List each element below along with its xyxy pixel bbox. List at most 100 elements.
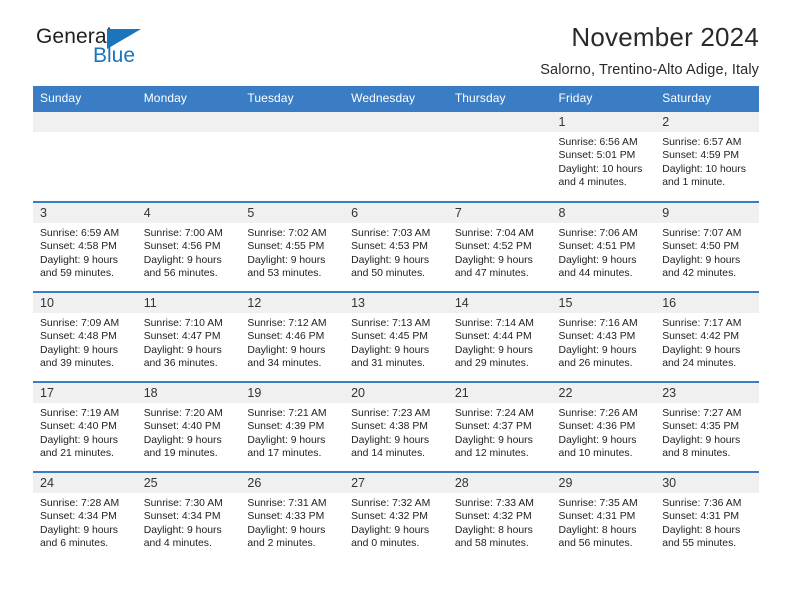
calendar-day-cell[interactable]: 28 Sunrise: 7:33 AM Sunset: 4:32 PM Dayligh… [447, 471, 552, 561]
calendar-day-cell[interactable]: 16 Sunrise: 7:17 AM Sunset: 4:42 PM Dayligh… [655, 291, 759, 382]
day-cell-inner: 30 Sunrise: 7:36 AM Sunset: 4:31 PM Dayligh… [655, 473, 759, 561]
sunset-text: Sunset: 4:56 PM [143, 241, 221, 253]
calendar-cell-empty [136, 110, 241, 202]
day-details: Sunrise: 7:26 AM Sunset: 4:36 PM Daylight:… [552, 403, 656, 461]
sunset-text: Sunset: 4:39 PM [247, 421, 325, 433]
daylight-text: Daylight: 9 hours and 31 minutes. [351, 344, 430, 370]
calendar-cell-empty [344, 110, 448, 202]
sunrise-text: Sunrise: 7:32 AM [351, 498, 431, 509]
sunset-text: Sunset: 4:35 PM [662, 421, 740, 433]
day-details: Sunrise: 7:28 AM Sunset: 4:34 PM Daylight:… [33, 493, 137, 551]
weekday-header-sunday: Sunday [33, 86, 137, 111]
sunrise-text: Sunrise: 7:16 AM [558, 318, 638, 329]
sunrise-text: Sunrise: 7:03 AM [351, 228, 431, 239]
sunrise-text: Sunrise: 7:23 AM [351, 408, 431, 419]
sunrise-text: Sunrise: 7:13 AM [351, 318, 431, 329]
sunrise-text: Sunrise: 7:00 AM [143, 228, 223, 239]
day-number [344, 112, 448, 132]
day-details: Sunrise: 7:33 AM Sunset: 4:32 PM Daylight:… [448, 493, 552, 551]
day-number [136, 112, 241, 132]
calendar-day-cell[interactable]: 24 Sunrise: 7:28 AM Sunset: 4:34 PM Dayligh… [33, 471, 137, 561]
day-details: Sunrise: 7:04 AM Sunset: 4:52 PM Daylight:… [448, 223, 552, 281]
calendar-day-cell[interactable]: 10 Sunrise: 7:09 AM Sunset: 4:48 PM Dayligh… [33, 291, 137, 382]
calendar-day-cell[interactable]: 5 Sunrise: 7:02 AM Sunset: 4:55 PM Daylight… [240, 201, 345, 292]
day-cell-inner: 20 Sunrise: 7:23 AM Sunset: 4:38 PM Dayligh… [344, 383, 448, 471]
sunrise-text: Sunrise: 7:33 AM [454, 498, 534, 509]
day-cell-inner: 9 Sunrise: 7:07 AM Sunset: 4:50 PM Daylight… [655, 203, 759, 291]
sunrise-text: Sunrise: 7:17 AM [662, 318, 742, 329]
calendar-day-cell[interactable]: 2 Sunrise: 6:57 AM Sunset: 4:59 PM Daylight… [655, 110, 759, 202]
sunrise-text: Sunrise: 7:26 AM [558, 408, 638, 419]
general-blue-logo[interactable]: General Blue [36, 26, 166, 72]
calendar-day-cell[interactable]: 17 Sunrise: 7:19 AM Sunset: 4:40 PM Dayligh… [33, 381, 137, 472]
calendar-day-cell[interactable]: 1 Sunrise: 6:56 AM Sunset: 5:01 PM Daylight… [551, 110, 656, 202]
day-number: 17 [33, 383, 137, 403]
day-number [447, 112, 552, 132]
day-cell-inner: 26 Sunrise: 7:31 AM Sunset: 4:33 PM Dayligh… [240, 473, 345, 561]
calendar-day-cell[interactable]: 8 Sunrise: 7:06 AM Sunset: 4:51 PM Daylight… [551, 201, 656, 292]
sunset-text: Sunset: 4:55 PM [247, 241, 325, 253]
sunset-text: Sunset: 4:42 PM [662, 331, 740, 343]
day-details: Sunrise: 7:19 AM Sunset: 4:40 PM Daylight:… [33, 403, 137, 461]
day-cell-inner [240, 112, 345, 201]
day-cell-inner: 13 Sunrise: 7:13 AM Sunset: 4:45 PM Dayligh… [344, 293, 448, 381]
calendar-day-cell[interactable]: 14 Sunrise: 7:14 AM Sunset: 4:44 PM Dayligh… [447, 291, 552, 382]
calendar-day-cell[interactable]: 22 Sunrise: 7:26 AM Sunset: 4:36 PM Dayligh… [551, 381, 656, 472]
day-number: 5 [240, 203, 345, 223]
calendar-day-cell[interactable]: 4 Sunrise: 7:00 AM Sunset: 4:56 PM Daylight… [136, 201, 241, 292]
sunset-text: Sunset: 4:31 PM [662, 511, 740, 523]
day-cell-inner: 27 Sunrise: 7:32 AM Sunset: 4:32 PM Dayligh… [344, 473, 448, 561]
calendar-day-cell[interactable]: 13 Sunrise: 7:13 AM Sunset: 4:45 PM Dayligh… [344, 291, 448, 382]
day-details: Sunrise: 7:23 AM Sunset: 4:38 PM Daylight:… [344, 403, 448, 461]
daylight-text: Daylight: 9 hours and 19 minutes. [143, 434, 222, 460]
day-number: 2 [655, 112, 759, 132]
calendar-day-cell[interactable]: 20 Sunrise: 7:23 AM Sunset: 4:38 PM Dayligh… [344, 381, 448, 472]
day-details: Sunrise: 7:00 AM Sunset: 4:56 PM Daylight:… [137, 223, 241, 281]
sunset-text: Sunset: 4:40 PM [40, 421, 117, 433]
calendar-day-cell[interactable]: 29 Sunrise: 7:35 AM Sunset: 4:31 PM Dayligh… [551, 471, 656, 561]
calendar-day-cell[interactable]: 7 Sunrise: 7:04 AM Sunset: 4:52 PM Daylight… [447, 201, 552, 292]
sunrise-text: Sunrise: 7:28 AM [40, 498, 120, 509]
day-details: Sunrise: 7:30 AM Sunset: 4:34 PM Daylight:… [137, 493, 241, 551]
calendar-day-cell[interactable]: 9 Sunrise: 7:07 AM Sunset: 4:50 PM Daylight… [655, 201, 759, 292]
sunrise-text: Sunrise: 7:12 AM [247, 318, 327, 329]
day-number: 28 [447, 473, 552, 493]
day-number: 11 [136, 293, 241, 313]
daylight-text: Daylight: 9 hours and 10 minutes. [558, 434, 637, 460]
calendar-day-cell[interactable]: 30 Sunrise: 7:36 AM Sunset: 4:31 PM Dayligh… [655, 471, 759, 561]
calendar-day-cell[interactable]: 21 Sunrise: 7:24 AM Sunset: 4:37 PM Dayligh… [447, 381, 552, 472]
daylight-text: Daylight: 9 hours and 44 minutes. [558, 254, 637, 280]
calendar-day-cell[interactable]: 23 Sunrise: 7:27 AM Sunset: 4:35 PM Dayligh… [655, 381, 759, 472]
sunrise-text: Sunrise: 7:30 AM [143, 498, 223, 509]
day-details: Sunrise: 7:20 AM Sunset: 4:40 PM Daylight:… [137, 403, 241, 461]
calendar-day-cell[interactable]: 3 Sunrise: 6:59 AM Sunset: 4:58 PM Daylight… [33, 201, 137, 292]
calendar-cell-empty [33, 110, 137, 202]
day-details: Sunrise: 7:14 AM Sunset: 4:44 PM Daylight:… [448, 313, 552, 371]
sunset-text: Sunset: 4:45 PM [351, 331, 428, 343]
daylight-text: Daylight: 9 hours and 34 minutes. [247, 344, 326, 370]
calendar-day-cell[interactable]: 12 Sunrise: 7:12 AM Sunset: 4:46 PM Dayligh… [240, 291, 345, 382]
sunset-text: Sunset: 4:32 PM [454, 511, 532, 523]
day-details: Sunrise: 7:03 AM Sunset: 4:53 PM Daylight:… [344, 223, 448, 281]
sunrise-text: Sunrise: 7:09 AM [40, 318, 120, 329]
daylight-text: Daylight: 8 hours and 55 minutes. [662, 524, 741, 550]
calendar-day-cell[interactable]: 6 Sunrise: 7:03 AM Sunset: 4:53 PM Daylight… [344, 201, 448, 292]
calendar-day-cell[interactable]: 11 Sunrise: 7:10 AM Sunset: 4:47 PM Dayligh… [136, 291, 241, 382]
day-details: Sunrise: 7:09 AM Sunset: 4:48 PM Daylight:… [33, 313, 137, 371]
weekday-header-friday: Friday [551, 86, 656, 111]
calendar-day-cell[interactable]: 26 Sunrise: 7:31 AM Sunset: 4:33 PM Dayligh… [240, 471, 345, 561]
calendar-day-cell[interactable]: 27 Sunrise: 7:32 AM Sunset: 4:32 PM Dayligh… [344, 471, 448, 561]
calendar-day-cell[interactable]: 19 Sunrise: 7:21 AM Sunset: 4:39 PM Dayligh… [240, 381, 345, 472]
calendar-day-cell[interactable]: 25 Sunrise: 7:30 AM Sunset: 4:34 PM Dayligh… [136, 471, 241, 561]
daylight-text: Daylight: 9 hours and 4 minutes. [143, 524, 222, 550]
calendar-day-cell[interactable]: 15 Sunrise: 7:16 AM Sunset: 4:43 PM Dayligh… [551, 291, 656, 382]
calendar-week-row: 24 Sunrise: 7:28 AM Sunset: 4:34 PM Dayligh… [33, 471, 759, 561]
sunset-text: Sunset: 4:36 PM [558, 421, 636, 433]
day-cell-inner: 7 Sunrise: 7:04 AM Sunset: 4:52 PM Daylight… [447, 203, 552, 291]
calendar-day-cell[interactable]: 18 Sunrise: 7:20 AM Sunset: 4:40 PM Dayligh… [136, 381, 241, 472]
day-number: 6 [344, 203, 448, 223]
day-details: Sunrise: 7:06 AM Sunset: 4:51 PM Daylight:… [552, 223, 656, 281]
calendar-body: 1 Sunrise: 6:56 AM Sunset: 5:01 PM Daylight… [33, 110, 759, 561]
sunrise-text: Sunrise: 7:14 AM [454, 318, 534, 329]
daylight-text: Daylight: 9 hours and 59 minutes. [40, 254, 118, 280]
